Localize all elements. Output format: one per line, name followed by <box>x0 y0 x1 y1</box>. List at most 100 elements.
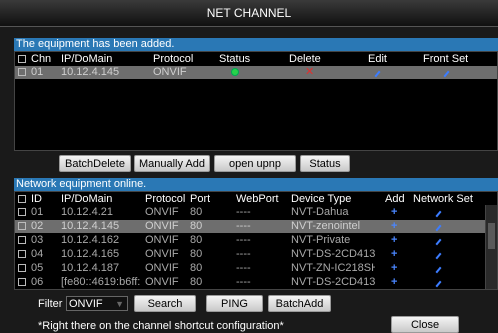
row-checkbox[interactable] <box>18 250 26 258</box>
online-equipment-heading: Network equipment online. <box>14 178 498 191</box>
id-cell: 02 <box>31 220 44 232</box>
port-cell: 80 <box>190 262 203 274</box>
col-chn: Chn <box>31 53 52 65</box>
ip-cell: 10.12.4.165 <box>61 248 120 260</box>
device-type-cell: NVT-Dahua <box>291 206 349 218</box>
protocol-cell: ONVIF <box>145 220 179 232</box>
protocol-cell: ONVIF <box>153 66 187 78</box>
col-status: Status <box>219 53 251 65</box>
edit-icon[interactable] <box>374 66 381 79</box>
delete-icon[interactable]: ✕ <box>305 66 314 79</box>
online-row[interactable]: 06 [fe80::4619:b6ff: ONVIF 80 ---- NVT-D… <box>15 276 497 289</box>
scrollbar-thumb[interactable] <box>488 223 495 249</box>
select-all-online-checkbox[interactable] <box>18 195 26 203</box>
network-set-icon[interactable] <box>435 234 442 247</box>
protocol-cell: ONVIF <box>145 234 179 246</box>
row-checkbox[interactable] <box>18 278 26 286</box>
online-row[interactable]: 01 10.12.4.21 ONVIF 80 ---- NVT-Dahua + <box>15 206 497 219</box>
row-checkbox[interactable] <box>18 264 26 272</box>
col-protocol: Protocol <box>153 53 194 65</box>
filter-value: ONVIF <box>69 298 103 310</box>
webport-cell: ---- <box>236 206 251 218</box>
online-row[interactable]: 05 10.12.4.187 ONVIF 80 ---- NVT-ZN-IC21… <box>15 262 497 275</box>
window-title: NET CHANNEL <box>0 0 498 27</box>
col-edit: Edit <box>368 53 387 65</box>
online-row[interactable]: 03 10.12.4.162 ONVIF 80 ---- NVT-Private… <box>15 234 497 247</box>
open-upnp-button[interactable]: open upnp <box>214 155 296 172</box>
col-id: ID <box>31 193 42 205</box>
webport-cell: ---- <box>236 248 251 260</box>
add-icon[interactable]: + <box>391 206 397 219</box>
select-all-checkbox[interactable] <box>18 55 26 63</box>
filter-label: Filter <box>38 298 63 310</box>
col-add: Add <box>385 193 405 205</box>
chevron-down-icon: ▼ <box>115 299 124 309</box>
id-cell: 04 <box>31 248 44 260</box>
id-cell: 01 <box>31 206 44 218</box>
online-table-header: ID IP/DoMain Protocol Port WebPort Devic… <box>15 193 497 206</box>
network-set-icon[interactable] <box>435 248 442 261</box>
search-button[interactable]: Search <box>134 295 196 312</box>
ip-cell: 10.12.4.187 <box>61 262 120 274</box>
webport-cell: ---- <box>236 234 251 246</box>
port-cell: 80 <box>190 276 203 288</box>
device-type-cell: NVT-DS-2CD413: <box>291 276 375 288</box>
add-icon[interactable]: + <box>391 234 397 247</box>
network-set-icon[interactable] <box>435 220 442 233</box>
added-row[interactable]: 01 10.12.4.145 ONVIF ✕ <box>15 66 497 79</box>
batch-add-button[interactable]: BatchAdd <box>268 295 331 312</box>
col-port: Port <box>190 193 211 205</box>
chn-cell: 01 <box>31 66 44 78</box>
front-set-icon[interactable] <box>443 66 450 79</box>
add-icon[interactable]: + <box>391 248 397 261</box>
col-webport: WebPort <box>236 193 279 205</box>
col-network-set: Network Set <box>413 193 473 205</box>
network-set-icon[interactable] <box>435 206 442 219</box>
add-icon[interactable]: + <box>391 262 397 275</box>
col-front-set: Front Set <box>423 53 469 65</box>
protocol-cell: ONVIF <box>145 276 179 288</box>
ip-cell: 10.12.4.145 <box>61 66 120 78</box>
ip-cell: 10.12.4.162 <box>61 234 120 246</box>
add-icon[interactable]: + <box>391 220 397 233</box>
col-ip: IP/DoMain <box>61 193 113 205</box>
device-type-cell: NVT-Private <box>291 234 351 246</box>
id-cell: 03 <box>31 234 44 246</box>
port-cell: 80 <box>190 234 203 246</box>
added-table-header: Chn IP/DoMain Protocol Status Delete Edi… <box>15 53 497 66</box>
webport-cell: ---- <box>236 262 251 274</box>
row-checkbox[interactable] <box>18 222 26 230</box>
id-cell: 05 <box>31 262 44 274</box>
row-checkbox[interactable] <box>18 236 26 244</box>
shortcut-hint: *Right there on the channel shortcut con… <box>38 320 284 332</box>
status-button[interactable]: Status <box>300 155 350 172</box>
device-type-cell: NVT-DS-2CD413: <box>291 248 375 260</box>
webport-cell: ---- <box>236 276 251 288</box>
col-ip: IP/DoMain <box>61 53 113 65</box>
row-checkbox[interactable] <box>18 208 26 216</box>
close-button[interactable]: Close <box>391 316 459 333</box>
protocol-cell: ONVIF <box>145 206 179 218</box>
device-type-cell: NVT-ZN-IC218SH <box>291 262 375 274</box>
col-delete: Delete <box>289 53 321 65</box>
net-channel-window: NET CHANNEL The equipment has been added… <box>0 0 498 333</box>
added-equipment-table: Chn IP/DoMain Protocol Status Delete Edi… <box>14 51 498 151</box>
online-row[interactable]: 02 10.12.4.145 ONVIF 80 ---- NVT-zenoint… <box>15 220 497 233</box>
online-row[interactable]: 04 10.12.4.165 ONVIF 80 ---- NVT-DS-2CD4… <box>15 248 497 261</box>
added-equipment-heading: The equipment has been added. <box>14 38 498 51</box>
network-set-icon[interactable] <box>435 262 442 275</box>
port-cell: 80 <box>190 220 203 232</box>
manually-add-button[interactable]: Manually Add <box>134 155 210 172</box>
row-checkbox[interactable] <box>18 68 26 76</box>
add-icon[interactable]: + <box>391 276 397 289</box>
status-online-icon <box>231 66 239 80</box>
ip-cell: 10.12.4.145 <box>61 220 120 232</box>
online-scrollbar[interactable] <box>485 205 497 289</box>
batch-delete-button[interactable]: BatchDelete <box>59 155 131 172</box>
ping-button[interactable]: PING <box>206 295 263 312</box>
protocol-cell: ONVIF <box>145 262 179 274</box>
protocol-cell: ONVIF <box>145 248 179 260</box>
device-type-cell: NVT-zenointel <box>291 220 361 232</box>
filter-select[interactable]: ONVIF ▼ <box>66 296 128 311</box>
network-set-icon[interactable] <box>435 276 442 289</box>
